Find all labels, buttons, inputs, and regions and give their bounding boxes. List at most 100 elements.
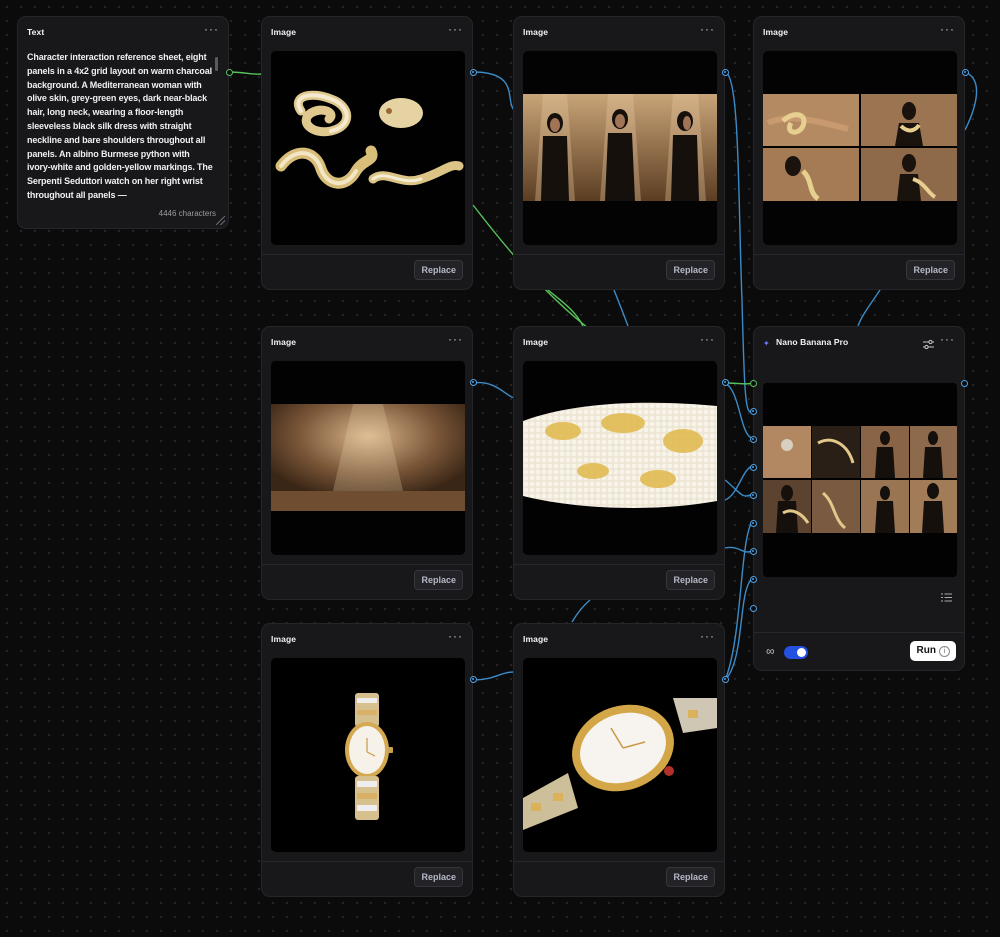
output-port[interactable] bbox=[722, 379, 729, 386]
input-port[interactable] bbox=[750, 436, 757, 443]
wire-image5-to-gen-d bbox=[724, 479, 753, 497]
more-options-icon[interactable]: ··· bbox=[940, 23, 955, 35]
replace-button[interactable]: Replace bbox=[666, 867, 715, 887]
generated-image-preview bbox=[763, 383, 957, 577]
output-port[interactable] bbox=[470, 69, 477, 76]
node-title: Image bbox=[763, 27, 789, 37]
output-port[interactable] bbox=[722, 676, 729, 683]
image-node-snake-poses[interactable]: Image ··· Replace bbox=[753, 16, 969, 290]
list-icon[interactable] bbox=[941, 589, 952, 607]
input-port[interactable] bbox=[750, 520, 757, 527]
output-port[interactable] bbox=[962, 69, 969, 76]
wire-image7-out-2 bbox=[724, 521, 753, 681]
more-options-icon[interactable]: ··· bbox=[700, 333, 715, 345]
replace-button[interactable]: Replace bbox=[414, 570, 463, 590]
more-options-icon[interactable]: ··· bbox=[448, 333, 463, 345]
scrollbar[interactable] bbox=[215, 57, 218, 71]
image-node-pythons[interactable]: Image ··· Replace bbox=[261, 16, 477, 290]
wire-image6-up bbox=[571, 599, 591, 623]
wire-image5-out bbox=[724, 382, 753, 385]
divider bbox=[514, 254, 724, 255]
replace-button[interactable]: Replace bbox=[906, 260, 955, 280]
spotlight-thumbnail bbox=[271, 361, 465, 555]
snake-poses-thumbnail bbox=[763, 51, 957, 245]
more-options-icon[interactable]: ··· bbox=[700, 23, 715, 35]
wire-text-to-image-1 bbox=[228, 71, 263, 75]
node-title: Image bbox=[523, 27, 549, 37]
generated-grid-thumbnail bbox=[763, 383, 957, 577]
input-port[interactable] bbox=[750, 464, 757, 471]
divider bbox=[514, 564, 724, 565]
node-title: Image bbox=[271, 27, 297, 37]
more-options-icon[interactable]: ··· bbox=[204, 23, 219, 35]
more-options-icon[interactable]: ··· bbox=[448, 23, 463, 35]
input-port[interactable] bbox=[750, 380, 757, 387]
resize-handle-icon[interactable] bbox=[216, 216, 225, 225]
divider bbox=[262, 564, 472, 565]
image-preview bbox=[271, 361, 465, 555]
run-label: Run bbox=[916, 645, 936, 656]
settings-sliders-icon[interactable] bbox=[923, 337, 934, 355]
replace-button[interactable]: Replace bbox=[414, 867, 463, 887]
replace-button[interactable]: Replace bbox=[666, 570, 715, 590]
input-port[interactable] bbox=[750, 548, 757, 555]
wire-image2-out bbox=[724, 71, 753, 413]
divider bbox=[514, 861, 724, 862]
more-options-icon[interactable]: ··· bbox=[940, 333, 955, 345]
image-node-watch-angle[interactable]: Image ··· Replace bbox=[513, 623, 729, 897]
wire-image7-out bbox=[724, 578, 753, 681]
wire-image3-to-generator bbox=[857, 289, 881, 327]
replace-button[interactable]: Replace bbox=[414, 260, 463, 280]
image-node-models[interactable]: Image ··· Replace bbox=[513, 16, 729, 290]
image-preview bbox=[763, 51, 957, 245]
output-port[interactable] bbox=[961, 380, 968, 387]
input-port[interactable] bbox=[750, 492, 757, 499]
node-title: Image bbox=[271, 634, 297, 644]
prompt-text[interactable]: Character interaction reference sheet, e… bbox=[27, 51, 215, 203]
node-title: Image bbox=[523, 634, 549, 644]
output-port[interactable] bbox=[226, 69, 233, 76]
node-title: Text bbox=[27, 27, 45, 37]
node-title: Image bbox=[271, 337, 297, 347]
auto-run-toggle[interactable] bbox=[784, 646, 808, 659]
input-port[interactable] bbox=[750, 408, 757, 415]
input-port[interactable] bbox=[750, 576, 757, 583]
models-thumbnail bbox=[523, 51, 717, 245]
image-preview bbox=[271, 658, 465, 852]
text-node[interactable]: Text ··· Character interaction reference… bbox=[17, 16, 233, 229]
wire-image1-to-generator bbox=[472, 71, 515, 111]
run-button[interactable]: Run i bbox=[909, 641, 956, 661]
watch-front-thumbnail bbox=[271, 658, 465, 852]
wire-image6-out bbox=[472, 671, 515, 681]
image-preview bbox=[523, 658, 717, 852]
more-options-icon[interactable]: ··· bbox=[448, 630, 463, 642]
wire-image5-to-gen-b bbox=[724, 465, 753, 501]
generator-node[interactable]: ✦ Nano Banana Pro ··· ∞ Run i bbox=[750, 326, 968, 671]
input-port-empty[interactable] bbox=[750, 605, 757, 612]
wire-image5-to-gen-a bbox=[724, 382, 753, 439]
output-port[interactable] bbox=[722, 69, 729, 76]
infinite-loop-icon[interactable]: ∞ bbox=[766, 645, 775, 657]
info-icon[interactable]: i bbox=[939, 646, 950, 657]
wire-image1-down bbox=[547, 289, 584, 327]
divider bbox=[754, 632, 964, 633]
image-preview bbox=[523, 361, 717, 555]
node-title: Image bbox=[523, 337, 549, 347]
output-port[interactable] bbox=[470, 676, 477, 683]
more-options-icon[interactable]: ··· bbox=[700, 630, 715, 642]
wire-image5-to-gen-c bbox=[724, 546, 753, 553]
image-preview bbox=[271, 51, 465, 245]
divider bbox=[262, 254, 472, 255]
node-title: Nano Banana Pro bbox=[776, 337, 849, 347]
output-port[interactable] bbox=[470, 379, 477, 386]
divider bbox=[262, 861, 472, 862]
replace-button[interactable]: Replace bbox=[666, 260, 715, 280]
watch-angle-thumbnail bbox=[523, 658, 717, 852]
image-node-scales[interactable]: Image ··· Replace bbox=[513, 326, 729, 600]
image-node-spotlight[interactable]: Image ··· Replace bbox=[261, 326, 477, 600]
divider bbox=[754, 254, 964, 255]
scales-thumbnail bbox=[523, 361, 717, 555]
image-node-watch-front[interactable]: Image ··· Replace bbox=[261, 623, 477, 897]
character-count: 4446 characters bbox=[158, 209, 216, 218]
wire-image3-out bbox=[964, 71, 978, 131]
